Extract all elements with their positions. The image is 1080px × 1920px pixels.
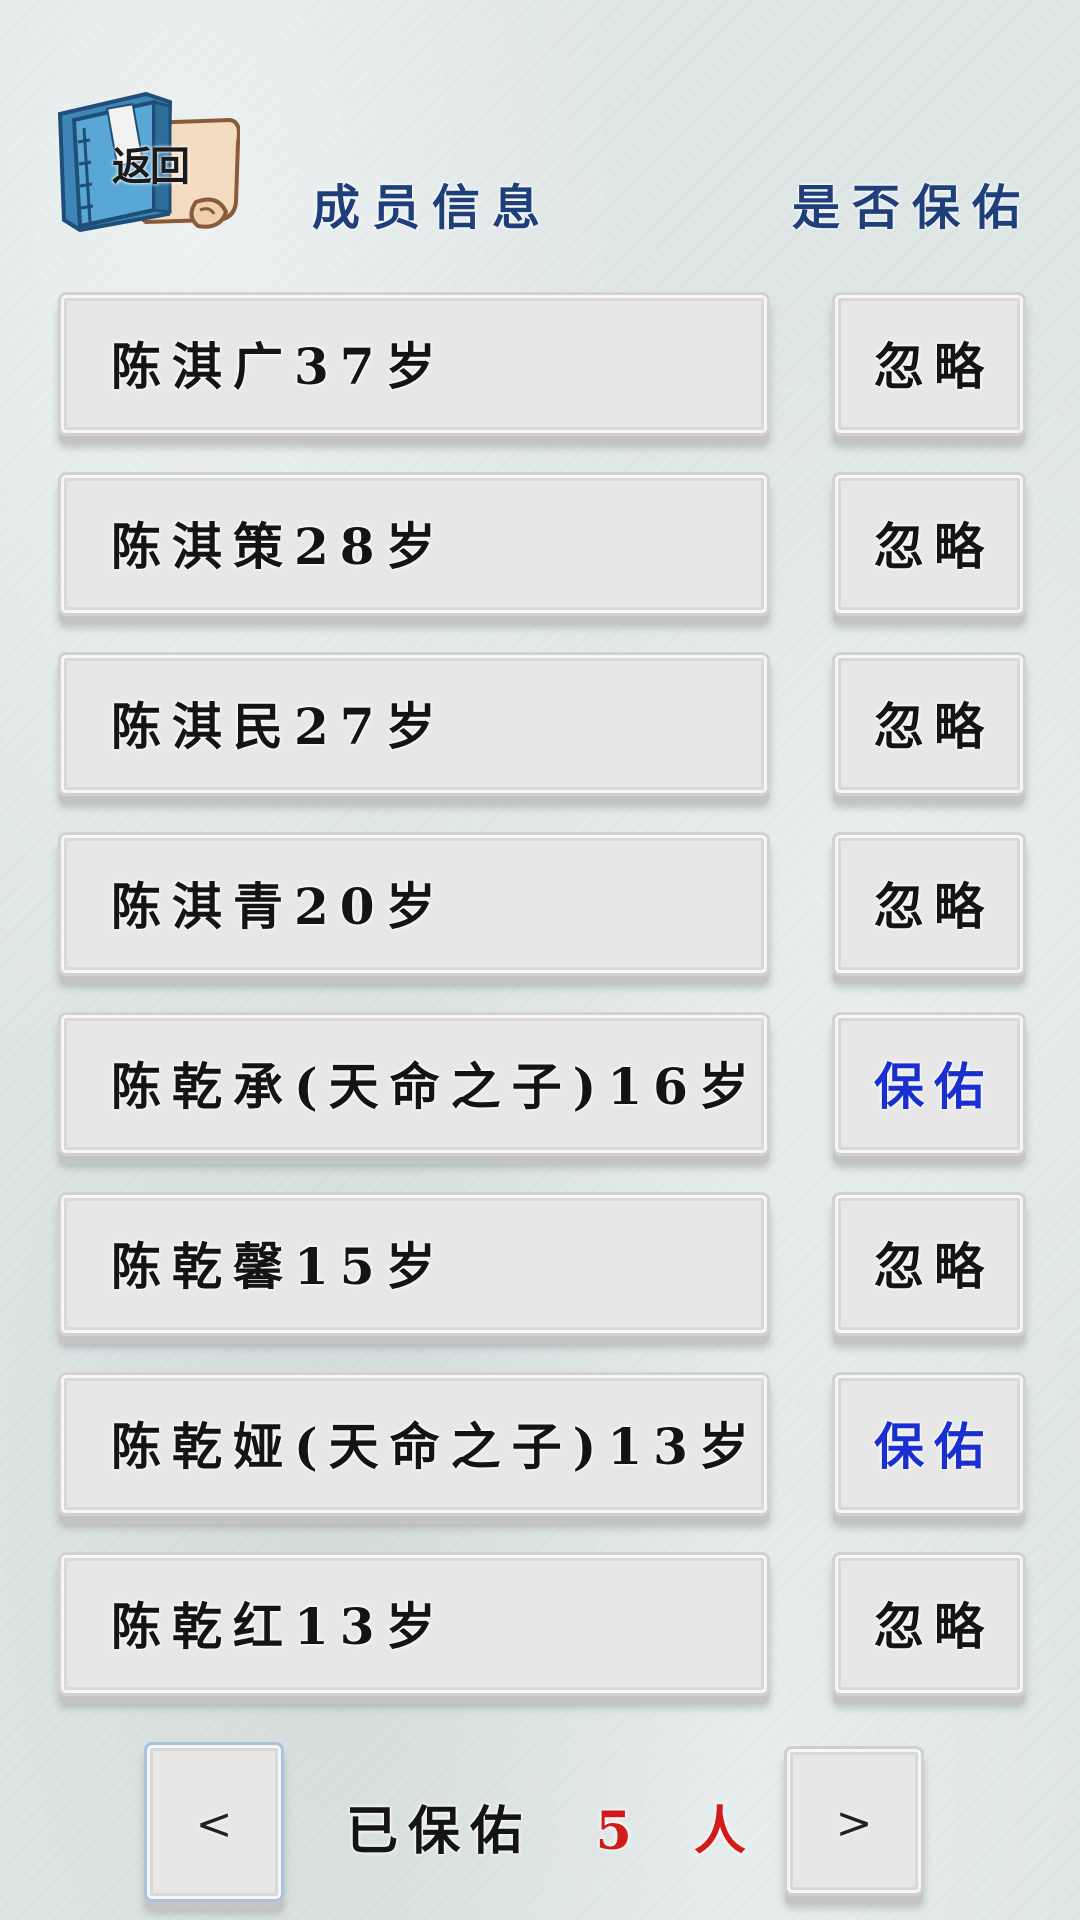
protected-count: 5 人 — [595, 1801, 768, 1862]
member-name-panel: 陈乾娅(天命之子)13岁 — [58, 1372, 770, 1516]
member-name: 陈乾馨15岁 — [111, 1237, 447, 1296]
member-row: 陈乾承(天命之子)16岁 保佑 — [0, 1012, 1080, 1172]
member-row: 陈乾馨15岁 忽略 — [0, 1192, 1080, 1352]
protect-status-label: 忽略 — [874, 517, 994, 576]
prev-arrow-icon: < — [195, 1799, 233, 1850]
protected-summary: 已保佑 5 人 — [346, 1802, 768, 1862]
member-name-panel: 陈淇民27岁 — [58, 652, 770, 796]
member-name-panel: 陈淇策28岁 — [58, 472, 770, 616]
member-row: 陈淇青20岁 忽略 — [0, 832, 1080, 992]
member-row: 陈淇策28岁 忽略 — [0, 472, 1080, 632]
back-label: 返回 — [112, 144, 190, 190]
member-name: 陈淇策28岁 — [111, 517, 447, 576]
member-row: 陈乾娅(天命之子)13岁 保佑 — [0, 1372, 1080, 1532]
protect-status-label: 忽略 — [874, 337, 994, 396]
protect-status-label: 忽略 — [874, 1597, 994, 1656]
member-name-panel: 陈乾承(天命之子)16岁 — [58, 1012, 770, 1156]
protect-toggle-button[interactable]: 忽略 — [832, 652, 1026, 796]
protect-toggle-button[interactable]: 忽略 — [832, 1552, 1026, 1696]
protect-toggle-button[interactable]: 保佑 — [832, 1012, 1026, 1156]
protect-status-label: 忽略 — [874, 877, 994, 936]
protected-label: 已保佑 — [346, 1801, 533, 1862]
next-page-button[interactable]: > — [784, 1746, 924, 1896]
member-name-panel: 陈淇广37岁 — [58, 292, 770, 436]
back-button[interactable]: 返回 — [50, 84, 240, 234]
member-row: 陈淇广37岁 忽略 — [0, 292, 1080, 452]
member-name: 陈淇民27岁 — [111, 697, 447, 756]
member-row: 陈淇民27岁 忽略 — [0, 652, 1080, 812]
protect-status-label: 保佑 — [874, 1057, 994, 1116]
protect-title: 是否保佑 — [792, 180, 1033, 236]
protect-status-label: 保佑 — [874, 1417, 994, 1476]
members-title: 成员信息 — [312, 180, 553, 236]
member-name-panel: 陈淇青20岁 — [58, 832, 770, 976]
protect-toggle-button[interactable]: 忽略 — [832, 1192, 1026, 1336]
member-name-panel: 陈乾红13岁 — [58, 1552, 770, 1696]
member-name: 陈乾承(天命之子)16岁 — [111, 1057, 760, 1116]
member-name: 陈乾红13岁 — [111, 1597, 447, 1656]
protect-toggle-button[interactable]: 保佑 — [832, 1372, 1026, 1516]
member-name-panel: 陈乾馨15岁 — [58, 1192, 770, 1336]
protect-toggle-button[interactable]: 忽略 — [832, 292, 1026, 436]
member-name: 陈淇广37岁 — [111, 337, 447, 396]
member-name: 陈乾娅(天命之子)13岁 — [111, 1417, 760, 1476]
next-arrow-icon: > — [835, 1798, 873, 1849]
prev-page-button[interactable]: < — [144, 1742, 284, 1902]
protect-status-label: 忽略 — [874, 697, 994, 756]
protect-toggle-button[interactable]: 忽略 — [832, 472, 1026, 616]
member-row: 陈乾红13岁 忽略 — [0, 1552, 1080, 1712]
member-name: 陈淇青20岁 — [111, 877, 447, 936]
protect-toggle-button[interactable]: 忽略 — [832, 832, 1026, 976]
protect-status-label: 忽略 — [874, 1237, 994, 1296]
